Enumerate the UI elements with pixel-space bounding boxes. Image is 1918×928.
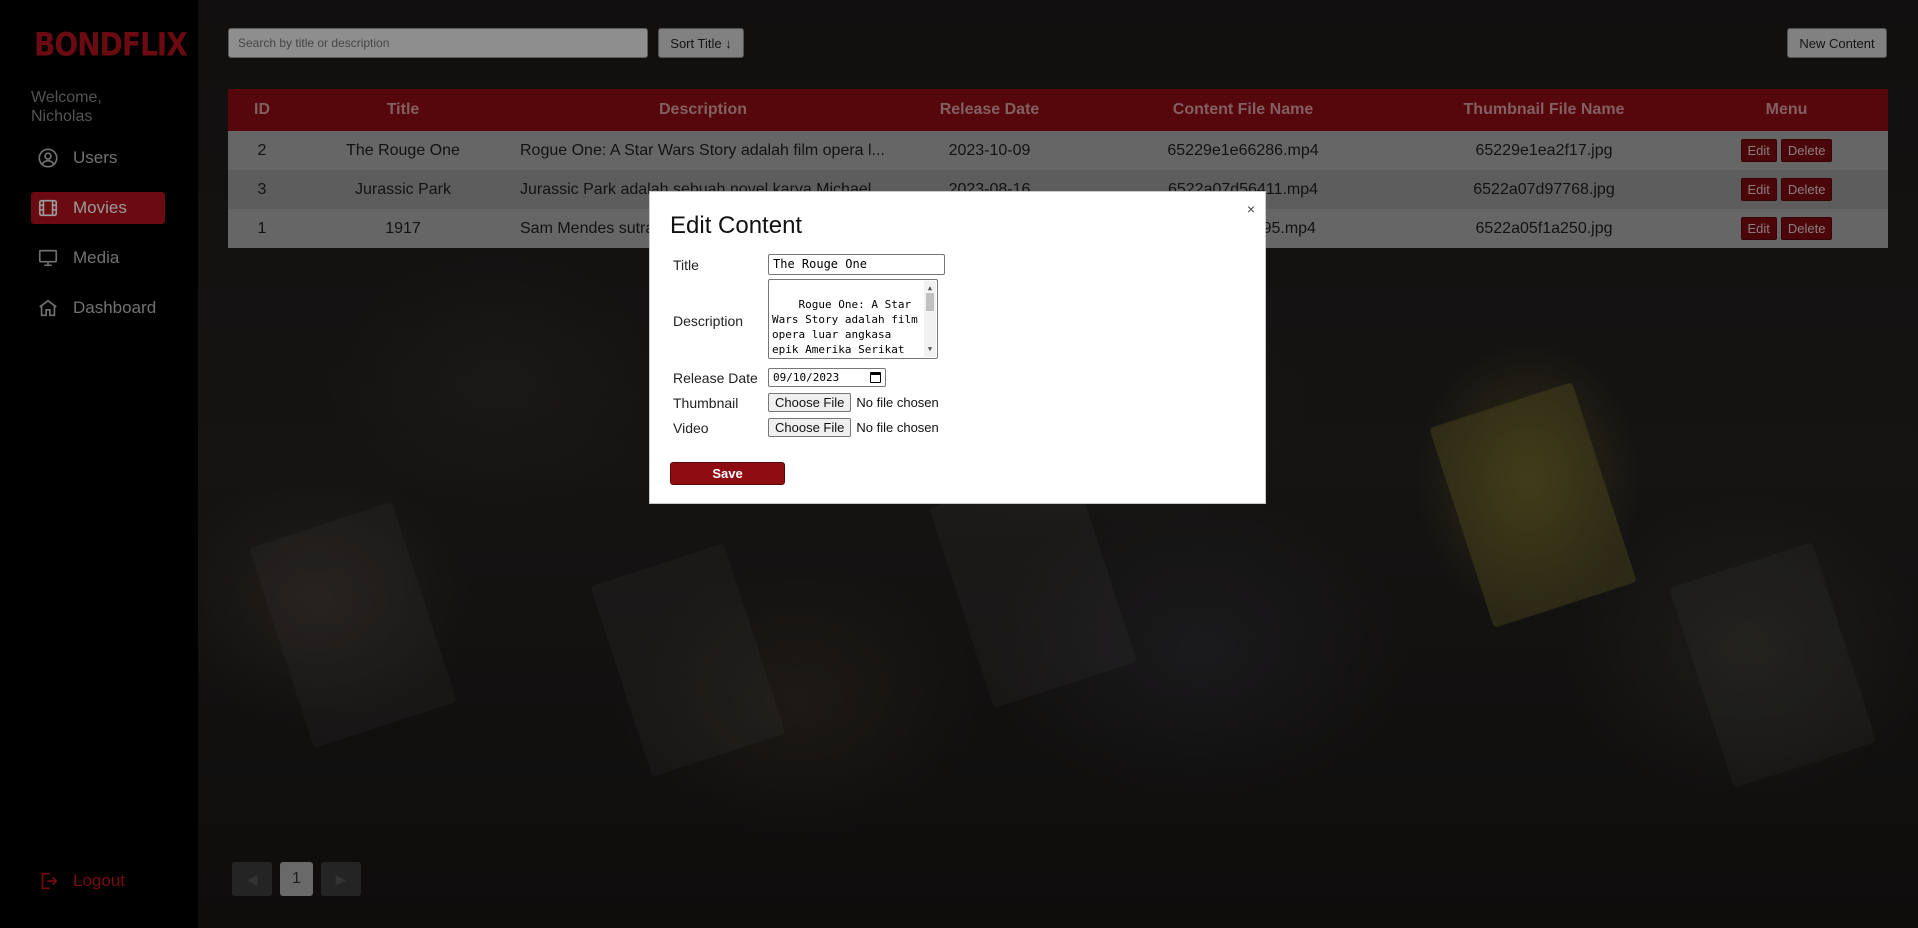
- video-file-input[interactable]: Choose File No file chosen: [768, 418, 939, 437]
- scroll-down-icon[interactable]: ▼: [924, 342, 936, 357]
- thumbnail-file-status: No file chosen: [856, 395, 939, 410]
- video-choose-file-button[interactable]: Choose File: [768, 418, 852, 437]
- video-label: Video: [673, 420, 709, 436]
- scroll-thumb[interactable]: [926, 293, 934, 311]
- release-date-value: 09/10/2023: [773, 371, 840, 384]
- description-text: Rogue One: A Star Wars Story adalah film…: [772, 298, 918, 356]
- close-icon[interactable]: ×: [1247, 201, 1255, 217]
- thumbnail-label: Thumbnail: [673, 395, 739, 411]
- modal-title: Edit Content: [670, 212, 803, 239]
- textarea-scrollbar[interactable]: ▲ ▼: [924, 281, 936, 357]
- thumbnail-choose-file-button[interactable]: Choose File: [768, 393, 852, 412]
- description-label: Description: [673, 313, 744, 329]
- save-button[interactable]: Save: [670, 462, 785, 485]
- release-date-label: Release Date: [673, 370, 758, 386]
- release-date-input[interactable]: 09/10/2023: [768, 368, 886, 387]
- description-textarea[interactable]: Rogue One: A Star Wars Story adalah film…: [768, 279, 938, 359]
- thumbnail-file-input[interactable]: Choose File No file chosen: [768, 393, 939, 412]
- title-input[interactable]: The Rouge One: [768, 254, 945, 275]
- calendar-icon[interactable]: [870, 372, 881, 383]
- edit-content-modal: Edit Content × Title The Rouge One Descr…: [649, 191, 1266, 504]
- title-label: Title: [673, 257, 699, 273]
- video-file-status: No file chosen: [856, 420, 939, 435]
